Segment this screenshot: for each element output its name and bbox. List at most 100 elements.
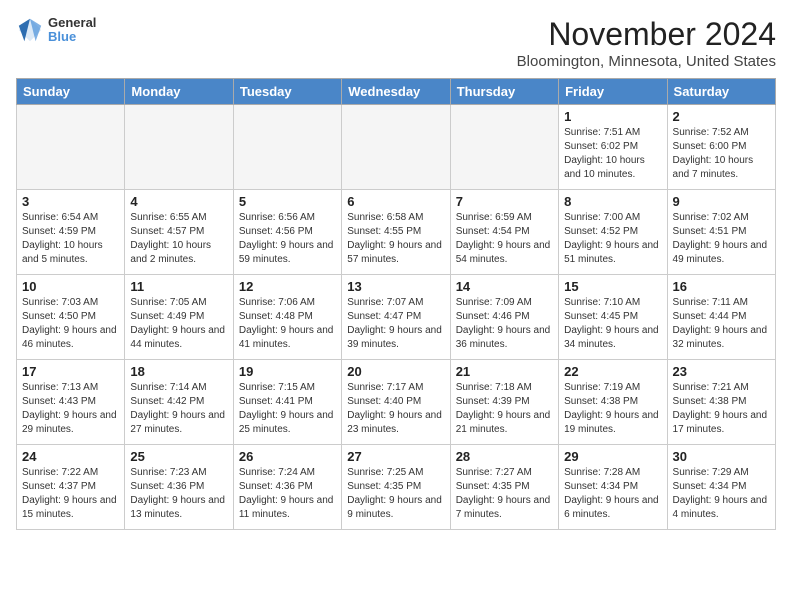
day-number: 20 xyxy=(347,364,444,379)
calendar-day: 25Sunrise: 7:23 AM Sunset: 4:36 PM Dayli… xyxy=(125,445,233,530)
day-number: 29 xyxy=(564,449,661,464)
day-info: Sunrise: 7:27 AM Sunset: 4:35 PM Dayligh… xyxy=(456,466,553,522)
calendar-day: 8 Sunrise: 7:00 AM Sunset: 4:52 PM Daylig… xyxy=(559,190,667,275)
day-number: 1 xyxy=(564,109,661,124)
day-info: Sunrise: 7:17 AM Sunset: 4:40 PM Dayligh… xyxy=(347,381,444,437)
week-row-5: 24 Sunrise: 7:22 AM Sunset: 4:37 PM Dayli… xyxy=(17,445,776,530)
calendar-day: 7 Sunrise: 6:59 AM Sunset: 4:54 PM Daylig… xyxy=(450,190,558,275)
day-info: Sunrise: 7:07 AM Sunset: 4:47 PM Dayligh… xyxy=(347,296,444,352)
col-thursday: Thursday xyxy=(450,79,558,105)
calendar-header-row: Sunday Monday Tuesday Wednesday Thursday… xyxy=(17,79,776,105)
day-info: Sunrise: 7:11 AM Sunset: 4:44 PM Dayligh… xyxy=(673,296,770,352)
day-number: 18 xyxy=(130,364,227,379)
calendar-day: 19 Sunrise: 7:15 AM Sunset: 4:41 PM Dayli… xyxy=(233,360,341,445)
day-number: 9 xyxy=(673,194,770,209)
day-info: Sunrise: 7:10 AM Sunset: 4:45 PM Dayligh… xyxy=(564,296,661,352)
col-sunday: Sunday xyxy=(17,79,125,105)
calendar-day: 23Sunrise: 7:21 AM Sunset: 4:38 PM Dayli… xyxy=(667,360,775,445)
calendar-day: 14 Sunrise: 7:09 AM Sunset: 4:46 PM Dayli… xyxy=(450,275,558,360)
day-number: 7 xyxy=(456,194,553,209)
day-info: Sunrise: 7:14 AM Sunset: 4:42 PM Dayligh… xyxy=(130,381,227,437)
calendar-day: 17 Sunrise: 7:13 AM Sunset: 4:43 PM Dayli… xyxy=(17,360,125,445)
day-number: 30 xyxy=(673,449,770,464)
day-info: Sunrise: 7:51 AM Sunset: 6:02 PM Dayligh… xyxy=(564,126,661,182)
day-info: Sunrise: 7:29 AM Sunset: 4:34 PM Dayligh… xyxy=(673,466,770,522)
day-number: 10 xyxy=(22,279,119,294)
col-saturday: Saturday xyxy=(667,79,775,105)
day-number: 12 xyxy=(239,279,336,294)
calendar-day: 16 Sunrise: 7:11 AM Sunset: 4:44 PM Dayli… xyxy=(667,275,775,360)
day-number: 4 xyxy=(130,194,227,209)
calendar-day: 13Sunrise: 7:07 AM Sunset: 4:47 PM Dayli… xyxy=(342,275,450,360)
calendar-day: 6Sunrise: 6:58 AM Sunset: 4:55 PM Daylig… xyxy=(342,190,450,275)
week-row-1: 1 Sunrise: 7:51 AM Sunset: 6:02 PM Daylig… xyxy=(17,105,776,190)
calendar-day: 26Sunrise: 7:24 AM Sunset: 4:36 PM Dayli… xyxy=(233,445,341,530)
day-info: Sunrise: 7:19 AM Sunset: 4:38 PM Dayligh… xyxy=(564,381,661,437)
calendar-day: 15Sunrise: 7:10 AM Sunset: 4:45 PM Dayli… xyxy=(559,275,667,360)
day-number: 2 xyxy=(673,109,770,124)
calendar-day: 1 Sunrise: 7:51 AM Sunset: 6:02 PM Daylig… xyxy=(559,105,667,190)
day-number: 21 xyxy=(456,364,553,379)
day-info: Sunrise: 7:02 AM Sunset: 4:51 PM Dayligh… xyxy=(673,211,770,267)
day-info: Sunrise: 7:00 AM Sunset: 4:52 PM Dayligh… xyxy=(564,211,661,267)
day-info: Sunrise: 7:13 AM Sunset: 4:43 PM Dayligh… xyxy=(22,381,119,437)
day-number: 14 xyxy=(456,279,553,294)
calendar-day: 12 Sunrise: 7:06 AM Sunset: 4:48 PM Dayli… xyxy=(233,275,341,360)
day-info: Sunrise: 6:56 AM Sunset: 4:56 PM Dayligh… xyxy=(239,211,336,267)
day-number: 26 xyxy=(239,449,336,464)
day-number: 8 xyxy=(564,194,661,209)
day-number: 28 xyxy=(456,449,553,464)
day-number: 17 xyxy=(22,364,119,379)
day-number: 16 xyxy=(673,279,770,294)
calendar-day: 28 Sunrise: 7:27 AM Sunset: 4:35 PM Dayli… xyxy=(450,445,558,530)
day-info: Sunrise: 7:03 AM Sunset: 4:50 PM Dayligh… xyxy=(22,296,119,352)
col-monday: Monday xyxy=(125,79,233,105)
day-info: Sunrise: 7:25 AM Sunset: 4:35 PM Dayligh… xyxy=(347,466,444,522)
day-info: Sunrise: 7:22 AM Sunset: 4:37 PM Dayligh… xyxy=(22,466,119,522)
calendar-day: 10 Sunrise: 7:03 AM Sunset: 4:50 PM Dayli… xyxy=(17,275,125,360)
title-area: November 2024 Bloomington, Minnesota, Un… xyxy=(517,16,776,70)
col-wednesday: Wednesday xyxy=(342,79,450,105)
calendar-day xyxy=(233,105,341,190)
day-number: 23 xyxy=(673,364,770,379)
day-info: Sunrise: 6:54 AM Sunset: 4:59 PM Dayligh… xyxy=(22,211,119,267)
location-text: Bloomington, Minnesota, United States xyxy=(517,53,776,70)
calendar-day: 5 Sunrise: 6:56 AM Sunset: 4:56 PM Daylig… xyxy=(233,190,341,275)
calendar-day: 24 Sunrise: 7:22 AM Sunset: 4:37 PM Dayli… xyxy=(17,445,125,530)
day-number: 24 xyxy=(22,449,119,464)
day-info: Sunrise: 7:06 AM Sunset: 4:48 PM Dayligh… xyxy=(239,296,336,352)
day-info: Sunrise: 6:58 AM Sunset: 4:55 PM Dayligh… xyxy=(347,211,444,267)
calendar-day xyxy=(342,105,450,190)
logo: General Blue xyxy=(16,16,96,45)
calendar-day: 30 Sunrise: 7:29 AM Sunset: 4:34 PM Dayli… xyxy=(667,445,775,530)
day-number: 19 xyxy=(239,364,336,379)
calendar-day: 21 Sunrise: 7:18 AM Sunset: 4:39 PM Dayli… xyxy=(450,360,558,445)
calendar-day: 20 Sunrise: 7:17 AM Sunset: 4:40 PM Dayli… xyxy=(342,360,450,445)
calendar-table: Sunday Monday Tuesday Wednesday Thursday… xyxy=(16,78,776,530)
day-info: Sunrise: 7:18 AM Sunset: 4:39 PM Dayligh… xyxy=(456,381,553,437)
day-number: 22 xyxy=(564,364,661,379)
day-number: 3 xyxy=(22,194,119,209)
calendar-day xyxy=(450,105,558,190)
month-title: November 2024 xyxy=(517,16,776,53)
logo-blue-text: Blue xyxy=(48,30,96,44)
calendar-day xyxy=(125,105,233,190)
page-header: General Blue November 2024 Bloomington, … xyxy=(16,16,776,70)
logo-icon xyxy=(16,16,44,44)
col-friday: Friday xyxy=(559,79,667,105)
calendar-day: 4 Sunrise: 6:55 AM Sunset: 4:57 PM Daylig… xyxy=(125,190,233,275)
week-row-4: 17 Sunrise: 7:13 AM Sunset: 4:43 PM Dayli… xyxy=(17,360,776,445)
calendar-day: 2Sunrise: 7:52 AM Sunset: 6:00 PM Daylig… xyxy=(667,105,775,190)
day-info: Sunrise: 6:59 AM Sunset: 4:54 PM Dayligh… xyxy=(456,211,553,267)
day-number: 5 xyxy=(239,194,336,209)
calendar-day: 3 Sunrise: 6:54 AM Sunset: 4:59 PM Daylig… xyxy=(17,190,125,275)
col-tuesday: Tuesday xyxy=(233,79,341,105)
day-info: Sunrise: 7:05 AM Sunset: 4:49 PM Dayligh… xyxy=(130,296,227,352)
day-number: 11 xyxy=(130,279,227,294)
calendar-day: 27 Sunrise: 7:25 AM Sunset: 4:35 PM Dayli… xyxy=(342,445,450,530)
day-number: 27 xyxy=(347,449,444,464)
day-info: Sunrise: 6:55 AM Sunset: 4:57 PM Dayligh… xyxy=(130,211,227,267)
calendar-day: 18 Sunrise: 7:14 AM Sunset: 4:42 PM Dayli… xyxy=(125,360,233,445)
day-info: Sunrise: 7:15 AM Sunset: 4:41 PM Dayligh… xyxy=(239,381,336,437)
day-info: Sunrise: 7:09 AM Sunset: 4:46 PM Dayligh… xyxy=(456,296,553,352)
